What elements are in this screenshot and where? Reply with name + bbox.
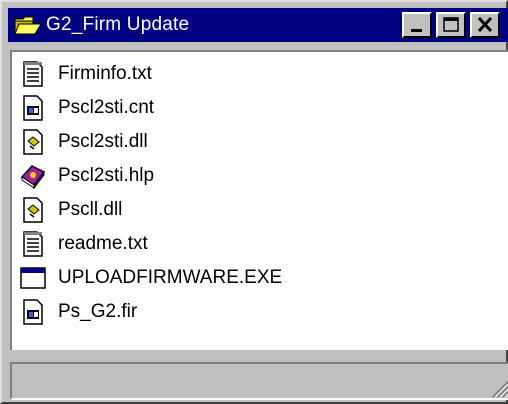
help-book-icon — [20, 165, 46, 189]
dll-file-icon — [23, 129, 43, 155]
status-bar — [10, 362, 508, 400]
maximize-button[interactable] — [436, 12, 466, 38]
close-icon — [477, 16, 493, 33]
file-name: readme.txt — [58, 233, 148, 254]
minimize-icon — [411, 29, 422, 32]
window-title: G2_Firm Update — [46, 14, 190, 35]
file-name: Ps_G2.fir — [58, 301, 138, 322]
text-file-icon — [23, 61, 43, 87]
help-contents-file-icon — [23, 95, 43, 121]
minimize-button[interactable] — [402, 12, 432, 38]
folder-open-icon — [14, 16, 42, 35]
resize-grip-icon[interactable] — [488, 376, 508, 398]
text-file-icon — [23, 231, 43, 257]
file-name: Pscll.dll — [58, 199, 123, 220]
close-button[interactable] — [470, 12, 500, 38]
explorer-window: G2_Firm Update Firminfo.txt Pscl2sti.cnt… — [0, 0, 508, 404]
maximize-icon — [443, 17, 459, 32]
file-name: UPLOADFIRMWARE.EXE — [58, 267, 283, 288]
file-name: Firminfo.txt — [58, 63, 152, 84]
file-name: Pscl2sti.dll — [58, 131, 148, 152]
dll-file-icon — [23, 197, 43, 223]
file-list: Firminfo.txt Pscl2sti.cnt Pscl2sti.dll P… — [10, 50, 508, 350]
generic-file-icon — [23, 299, 43, 325]
title-bar[interactable]: G2_Firm Update — [8, 8, 508, 42]
file-name: Pscl2sti.cnt — [58, 97, 155, 118]
application-exe-icon — [20, 267, 46, 289]
file-name: Pscl2sti.hlp — [58, 165, 155, 186]
